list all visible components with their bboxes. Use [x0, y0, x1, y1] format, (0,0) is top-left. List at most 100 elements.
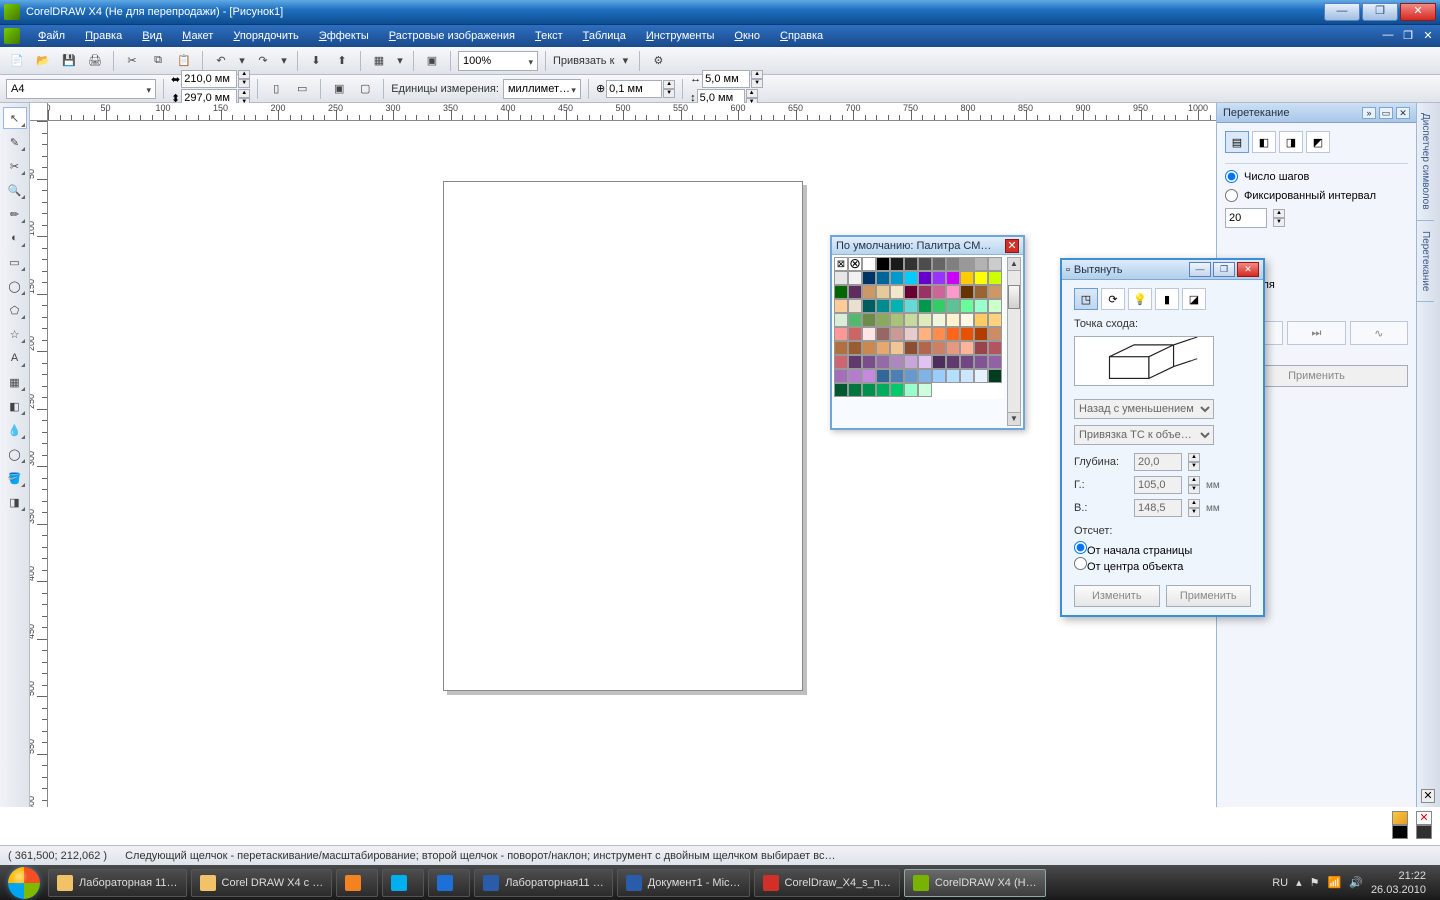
tool-rectangle[interactable]: ▭ [3, 251, 27, 273]
vertical-ruler[interactable]: 0501001502002503003504004505005506006507… [30, 121, 48, 807]
color-swatch[interactable] [974, 355, 988, 369]
blend-tab-steps[interactable]: ▤ [1225, 131, 1249, 153]
blend-tab-color[interactable]: ◨ [1279, 131, 1303, 153]
color-swatch[interactable] [862, 355, 876, 369]
color-swatch[interactable] [862, 383, 876, 397]
dock-tab-blend[interactable]: Перетекание [1417, 221, 1434, 302]
tool-table[interactable]: ▦ [3, 371, 27, 393]
color-swatch[interactable] [834, 313, 848, 327]
palette-scrollbar[interactable]: ▲▼ [1007, 257, 1021, 426]
close-button[interactable]: ✕ [1400, 3, 1436, 21]
color-swatch[interactable] [834, 285, 848, 299]
blend-steps-input[interactable] [1225, 208, 1267, 228]
app-menu-icon[interactable] [4, 28, 20, 44]
color-swatch[interactable] [834, 299, 848, 313]
color-swatch[interactable] [862, 299, 876, 313]
blend-nav-path[interactable]: ∿ [1350, 321, 1408, 345]
color-swatch[interactable] [890, 383, 904, 397]
tool-crop[interactable]: ✂ [3, 155, 27, 177]
redo-button[interactable]: ↷ [252, 50, 274, 72]
color-swatch[interactable] [890, 341, 904, 355]
tray-flag-icon[interactable]: ⚑ [1310, 876, 1320, 889]
palette-close-button[interactable]: ✕ [1005, 239, 1019, 253]
copy-button[interactable]: ⧉ [147, 50, 169, 72]
blend-steps-radio[interactable] [1225, 170, 1238, 183]
color-swatch[interactable] [848, 327, 862, 341]
color-swatch[interactable] [946, 341, 960, 355]
undo-dropdown[interactable]: ▾ [236, 50, 248, 72]
blend-tab-accel[interactable]: ◧ [1252, 131, 1276, 153]
color-swatch[interactable] [904, 285, 918, 299]
extrude-origin-object-radio[interactable] [1074, 557, 1087, 570]
color-swatch[interactable] [834, 383, 848, 397]
outline-swatch[interactable] [1392, 825, 1408, 839]
docker-close-button[interactable]: ✕ [1396, 107, 1410, 119]
tool-eyedropper[interactable]: 💧 [3, 419, 27, 441]
color-swatch[interactable] [946, 355, 960, 369]
extrude-lock-select[interactable]: Привязка ТС к объе… [1074, 425, 1214, 445]
app-launcher-dropdown[interactable]: ▾ [394, 50, 406, 72]
ruler-origin[interactable] [30, 103, 48, 121]
extrude-depth-input[interactable] [1134, 453, 1182, 471]
extrude-tab-vp[interactable]: ◳ [1074, 288, 1098, 310]
color-swatch[interactable] [876, 327, 890, 341]
taskbar-item[interactable]: Лабораторная 11… [48, 869, 187, 897]
taskbar-item[interactable] [336, 869, 378, 897]
dock-tab-symbols[interactable]: Диспетчер символов [1417, 103, 1434, 221]
color-swatch[interactable] [848, 369, 862, 383]
color-swatch[interactable] [932, 369, 946, 383]
color-swatch[interactable] [932, 299, 946, 313]
color-swatch[interactable] [932, 285, 946, 299]
new-button[interactable]: 📄 [6, 50, 28, 72]
color-swatch[interactable] [946, 299, 960, 313]
color-swatch[interactable] [890, 313, 904, 327]
color-swatch[interactable] [960, 341, 974, 355]
color-swatch[interactable] [876, 285, 890, 299]
menu-Правка[interactable]: Правка [75, 27, 132, 45]
color-swatch[interactable] [862, 313, 876, 327]
color-swatch[interactable] [918, 369, 932, 383]
color-swatch[interactable] [974, 257, 988, 271]
color-swatch[interactable] [890, 327, 904, 341]
tool-outline[interactable]: ◯ [3, 443, 27, 465]
fill-swatch[interactable] [1392, 811, 1408, 825]
dock-close-button[interactable]: ✕ [1421, 789, 1435, 803]
color-swatch[interactable] [988, 355, 1002, 369]
extrude-edit-button[interactable]: Изменить [1074, 585, 1160, 607]
color-swatch[interactable] [946, 285, 960, 299]
color-swatch[interactable] [904, 383, 918, 397]
tray-clock[interactable]: 21:22 26.03.2010 [1371, 869, 1426, 897]
color-swatch[interactable] [974, 313, 988, 327]
color-swatch[interactable] [890, 355, 904, 369]
color-swatch[interactable] [988, 299, 1002, 313]
menu-Эффекты[interactable]: Эффекты [309, 27, 379, 45]
menu-Упорядочить[interactable]: Упорядочить [223, 27, 308, 45]
swatch-nofill[interactable]: ⊗ [848, 257, 862, 271]
tool-pick[interactable]: ↖ [3, 107, 27, 129]
color-swatch[interactable] [988, 313, 1002, 327]
units-combo[interactable]: миллимет… [503, 79, 581, 99]
color-swatch[interactable] [904, 341, 918, 355]
extrude-apply-button[interactable]: Применить [1166, 585, 1252, 607]
duplicate-x-input[interactable] [702, 70, 750, 88]
color-swatch[interactable] [834, 341, 848, 355]
color-swatch[interactable] [890, 271, 904, 285]
print-button[interactable]: 🖨 [84, 50, 106, 72]
color-swatch[interactable] [904, 313, 918, 327]
color-swatch[interactable] [890, 257, 904, 271]
cut-button[interactable]: ✂ [121, 50, 143, 72]
maximize-button[interactable]: ❐ [1362, 3, 1398, 21]
color-swatch[interactable] [834, 369, 848, 383]
menu-Таблица[interactable]: Таблица [573, 27, 636, 45]
color-swatch[interactable] [876, 299, 890, 313]
color-swatch[interactable] [988, 257, 1002, 271]
tool-ellipse[interactable]: ◯ [3, 275, 27, 297]
extrude-close-button[interactable]: ✕ [1237, 262, 1259, 277]
color-swatch[interactable] [834, 271, 848, 285]
color-swatch[interactable] [862, 257, 876, 271]
menu-Файл[interactable]: Файл [28, 27, 75, 45]
extrude-tab-rotate[interactable]: ⟳ [1101, 288, 1125, 310]
taskbar-item[interactable] [382, 869, 424, 897]
color-swatch[interactable] [918, 313, 932, 327]
import-button[interactable]: ⬇ [305, 50, 327, 72]
